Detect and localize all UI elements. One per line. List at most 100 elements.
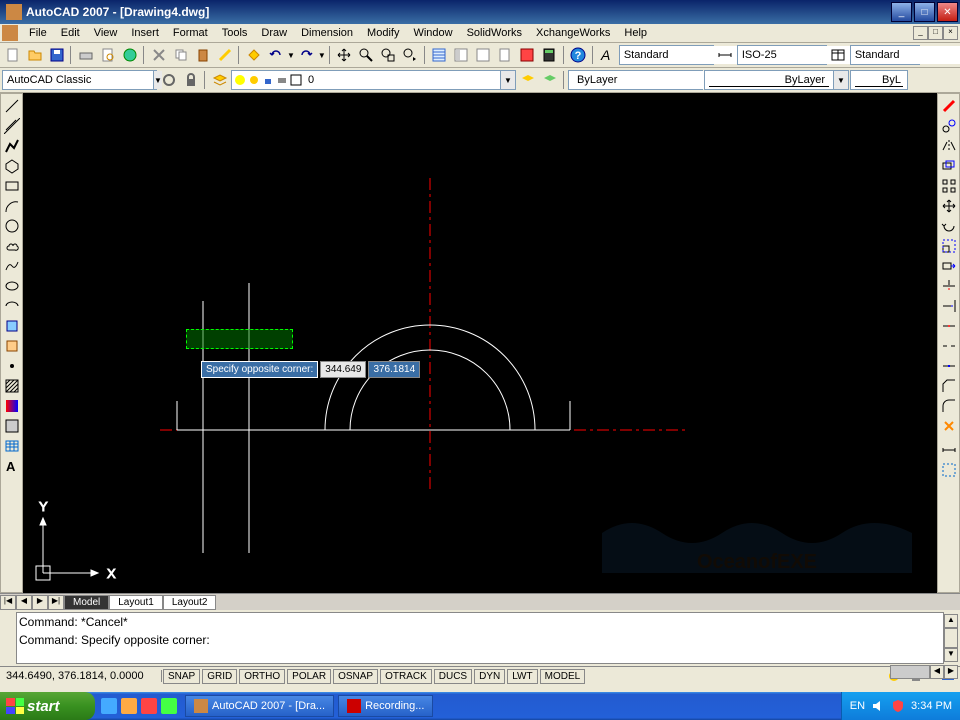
color-input[interactable] (573, 71, 723, 89)
taskbar-recording[interactable]: Recording... (338, 695, 433, 717)
linetype-combo[interactable]: ByLayer ▼ (704, 70, 849, 90)
spline-tool[interactable] (2, 256, 22, 276)
mtext-tool[interactable]: A (2, 456, 22, 476)
workspace-settings-button[interactable] (158, 70, 179, 91)
tab-layout1[interactable]: Layout1 (109, 595, 163, 610)
polar-toggle[interactable]: POLAR (287, 669, 331, 684)
restore-button[interactable]: □ (914, 2, 935, 22)
workspace-lock-button[interactable] (180, 70, 201, 91)
tray-volume-icon[interactable] (871, 699, 885, 713)
rectangle-tool[interactable] (2, 176, 22, 196)
zoom-previous-button[interactable] (400, 45, 421, 66)
scale-tool[interactable] (939, 236, 959, 256)
mirror-tool[interactable] (939, 136, 959, 156)
circle-tool[interactable] (2, 216, 22, 236)
workspace-combo[interactable]: ▼ (2, 70, 157, 90)
menu-insert[interactable]: Insert (124, 25, 166, 41)
menu-edit[interactable]: Edit (54, 25, 87, 41)
redo-button[interactable] (296, 45, 317, 66)
start-button[interactable]: start (0, 692, 95, 720)
move-tool[interactable] (939, 196, 959, 216)
menu-window[interactable]: Window (406, 25, 459, 41)
new-button[interactable] (2, 45, 23, 66)
lineweight-combo[interactable]: ByL (850, 70, 908, 90)
cut-button[interactable] (148, 45, 169, 66)
hatch-tool[interactable] (2, 376, 22, 396)
snap-toggle[interactable]: SNAP (163, 669, 200, 684)
table-style-combo[interactable] (850, 45, 920, 65)
text-style-combo[interactable]: ▼ (619, 45, 714, 65)
zoom-window-button[interactable] (378, 45, 399, 66)
pline-tool[interactable] (2, 136, 22, 156)
coordinates-display[interactable]: 344.6490, 376.1814, 0.0000 (2, 670, 162, 682)
taskbar-autocad[interactable]: AutoCAD 2007 - [Dra... (185, 695, 334, 717)
sheetset-button[interactable] (495, 45, 516, 66)
polygon-tool[interactable] (2, 156, 22, 176)
layer-manager-button[interactable] (209, 70, 230, 91)
menu-file[interactable]: File (22, 25, 54, 41)
dyn-toggle[interactable]: DYN (474, 669, 505, 684)
system-clock[interactable]: 3:34 PM (911, 700, 952, 712)
language-indicator[interactable]: EN (850, 700, 865, 712)
tab-model[interactable]: Model (64, 595, 109, 610)
layer-combo[interactable]: ▼ (231, 70, 516, 90)
open-button[interactable] (24, 45, 45, 66)
menu-xchangeworks[interactable]: XchangeWorks (529, 25, 617, 41)
lwt-toggle[interactable]: LWT (507, 669, 537, 684)
break-point-tool[interactable] (939, 316, 959, 336)
osnap-toggle[interactable]: OSNAP (333, 669, 378, 684)
hscroll-left[interactable]: ◀ (930, 665, 944, 679)
ellipse-arc-tool[interactable] (2, 296, 22, 316)
redo-drop[interactable]: ▼ (318, 51, 326, 60)
menu-dimension[interactable]: Dimension (294, 25, 360, 41)
menu-format[interactable]: Format (166, 25, 215, 41)
point-tool[interactable] (2, 356, 22, 376)
zoom-realtime-button[interactable] (356, 45, 377, 66)
mdi-close[interactable]: × (943, 26, 958, 40)
layer-state-button[interactable] (539, 70, 560, 91)
model-toggle[interactable]: MODEL (540, 669, 586, 684)
line-tool[interactable] (2, 96, 22, 116)
chamfer-tool[interactable] (939, 376, 959, 396)
layer-input[interactable] (304, 71, 500, 89)
qselect-tool[interactable] (939, 460, 959, 480)
trim-tool[interactable] (939, 276, 959, 296)
scroll-down-button[interactable]: ▼ (944, 648, 958, 662)
ortho-toggle[interactable]: ORTHO (239, 669, 285, 684)
hscroll-track[interactable] (890, 665, 930, 679)
undo-drop[interactable]: ▼ (287, 51, 295, 60)
tab-last[interactable]: ▶| (48, 595, 64, 610)
table-tool[interactable] (2, 436, 22, 456)
undo-button[interactable] (265, 45, 286, 66)
menu-solidworks[interactable]: SolidWorks (460, 25, 529, 41)
xline-tool[interactable] (2, 116, 22, 136)
fillet-tool[interactable] (939, 396, 959, 416)
close-button[interactable]: ✕ (937, 2, 958, 22)
region-tool[interactable] (2, 416, 22, 436)
insert-block-tool[interactable] (2, 316, 22, 336)
menu-draw[interactable]: Draw (254, 25, 294, 41)
help-button[interactable]: ? (568, 45, 589, 66)
grid-toggle[interactable]: GRID (202, 669, 237, 684)
otrack-toggle[interactable]: OTRACK (380, 669, 432, 684)
markup-button[interactable] (517, 45, 538, 66)
erase-tool[interactable] (939, 96, 959, 116)
revcloud-tool[interactable] (2, 236, 22, 256)
make-block-tool[interactable] (2, 336, 22, 356)
layer-drop-icon[interactable]: ▼ (500, 71, 515, 89)
gradient-tool[interactable] (2, 396, 22, 416)
tab-prev[interactable]: ◀ (16, 595, 32, 610)
publish-button[interactable] (119, 45, 140, 66)
tab-next[interactable]: ▶ (32, 595, 48, 610)
menu-tools[interactable]: Tools (215, 25, 255, 41)
color-combo[interactable]: ▼ (568, 70, 703, 90)
menu-view[interactable]: View (87, 25, 125, 41)
tray-shield-icon[interactable] (891, 699, 905, 713)
scroll-track[interactable] (944, 628, 958, 648)
offset-tool[interactable] (939, 156, 959, 176)
array-tool[interactable] (939, 176, 959, 196)
arc-tool[interactable] (2, 196, 22, 216)
copy-tool[interactable] (939, 116, 959, 136)
quickcalc-button[interactable] (539, 45, 560, 66)
match-button[interactable] (214, 45, 235, 66)
